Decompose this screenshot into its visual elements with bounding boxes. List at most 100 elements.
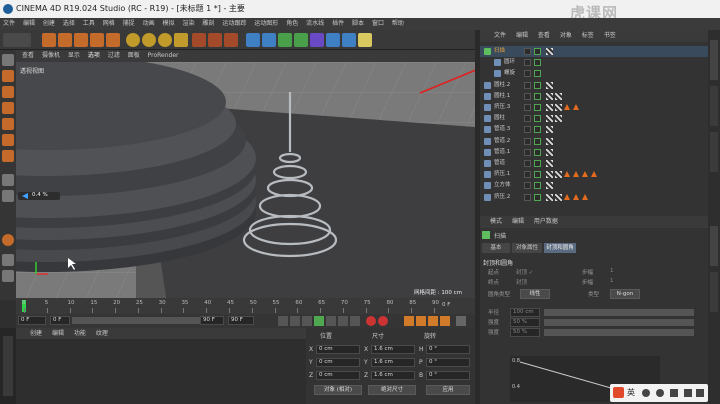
attr-slider[interactable] [544, 329, 694, 336]
mat-menu-function[interactable]: 功能 [74, 330, 86, 337]
menu-edit[interactable]: 编辑 [23, 20, 35, 27]
material-tag-icon[interactable] [591, 171, 597, 178]
snap-icon[interactable] [2, 234, 14, 246]
ime-keyboard-icon[interactable] [684, 389, 692, 397]
object-row[interactable]: 管道.1 [480, 147, 708, 158]
object-name[interactable]: 管道.3 [494, 124, 510, 135]
edges-mode-icon[interactable] [2, 134, 14, 146]
attr-value[interactable]: 1 [610, 268, 614, 274]
attr-bar-value[interactable]: 50 % [510, 318, 540, 327]
enable-check-icon[interactable] [534, 70, 541, 78]
phong-tag-icon[interactable] [546, 193, 553, 201]
menu-render[interactable]: 渲染 [182, 20, 194, 27]
goto-end-icon[interactable] [350, 316, 360, 326]
render-view-icon[interactable] [192, 33, 206, 47]
object-row[interactable]: 圆柱 [480, 113, 708, 124]
menu-plugins[interactable]: 插件 [332, 20, 344, 27]
phong-tag-icon[interactable] [555, 171, 562, 179]
play-icon[interactable] [314, 316, 324, 326]
prev-key-icon[interactable] [290, 316, 300, 326]
rot-p-field[interactable]: 0 ° [426, 358, 470, 367]
object-name[interactable]: 挤压.1 [494, 169, 510, 180]
rotate-icon[interactable] [90, 33, 104, 47]
object-row[interactable]: 立方体 [480, 180, 708, 191]
texture-mode-icon[interactable] [2, 86, 14, 98]
am-tab-edit[interactable]: 编辑 [512, 218, 524, 225]
pos-y-field[interactable]: 0 cm [316, 358, 360, 367]
enable-check-icon[interactable] [534, 193, 541, 201]
axis-mode-icon[interactable] [2, 174, 14, 186]
material-tag-icon[interactable] [573, 171, 579, 178]
object-row[interactable]: 圆柱.1 [480, 91, 708, 102]
key-scale-icon[interactable] [416, 316, 426, 326]
object-name[interactable]: 圆柱.1 [494, 91, 510, 102]
material-tag-icon[interactable] [564, 171, 570, 178]
coord-mode-dropdown[interactable]: 对象 (相对) [314, 385, 362, 395]
visibility-dot-icon[interactable] [524, 104, 531, 111]
array-icon[interactable] [294, 33, 308, 47]
side-tab-layers[interactable] [710, 272, 718, 312]
preview-end-field[interactable]: 90 F [200, 316, 224, 325]
enable-check-icon[interactable] [534, 104, 541, 111]
render-picture-viewer-icon[interactable] [208, 33, 222, 47]
preview-range-slider[interactable] [72, 317, 212, 324]
object-row[interactable]: 管道 [480, 158, 708, 169]
object-name[interactable]: 圆环 [504, 57, 515, 68]
phong-tag-icon[interactable] [546, 92, 553, 100]
object-row[interactable]: 圆柱.2 [480, 80, 708, 91]
render-settings-icon[interactable] [224, 33, 238, 47]
ime-mic-icon[interactable] [670, 389, 678, 397]
size-x-field[interactable]: 1.6 cm [371, 345, 415, 354]
planar-workplane-icon[interactable] [2, 270, 14, 282]
start-frame-field[interactable]: 0 F [18, 316, 46, 325]
select-arrow-icon[interactable] [42, 33, 56, 47]
subtab-basic[interactable]: 基本 [482, 243, 510, 253]
enable-check-icon[interactable] [534, 48, 541, 55]
enable-check-icon[interactable] [534, 115, 541, 123]
model-mode-icon[interactable] [2, 70, 14, 82]
side-tab-content-browser[interactable] [710, 86, 718, 126]
timeline-ruler[interactable]: 0 5 10 15 20 25 30 35 40 45 50 55 60 65 70 75 80 85 90 0 F [16, 298, 475, 314]
next-key-icon[interactable] [338, 316, 348, 326]
ime-punct-icon[interactable] [642, 389, 650, 397]
visibility-dot-icon[interactable] [524, 70, 531, 78]
object-name[interactable]: 挤压.3 [494, 102, 510, 113]
om-tab-file[interactable]: 文件 [494, 32, 506, 39]
enable-check-icon[interactable] [534, 171, 541, 179]
menu-motion-tracking[interactable]: 运动跟踪 [222, 20, 246, 27]
menu-help[interactable]: 帮助 [392, 20, 404, 27]
current-frame-field[interactable]: 0 F [50, 316, 70, 325]
apply-button[interactable]: 应用 [426, 385, 470, 395]
rot-b-field[interactable]: 0 ° [426, 371, 470, 380]
menu-pipeline[interactable]: 流水线 [306, 20, 324, 27]
pos-x-field[interactable]: 0 cm [316, 345, 360, 354]
vp-menu-cameras[interactable]: 摄像机 [42, 52, 60, 59]
object-row[interactable]: 管道.3 [480, 124, 708, 135]
locked-workplane-icon[interactable] [2, 254, 14, 266]
pen-spline-icon[interactable] [262, 33, 276, 47]
object-row[interactable]: 挤压.3 [480, 102, 708, 113]
vp-menu-filter[interactable]: 过滤 [108, 52, 120, 59]
object-name[interactable]: 扫描 [494, 46, 505, 57]
menu-mesh[interactable]: 网格 [103, 20, 115, 27]
visibility-dot-icon[interactable] [524, 160, 531, 167]
move-icon[interactable] [58, 33, 72, 47]
phong-tag-icon[interactable] [546, 148, 553, 156]
phong-tag-icon[interactable] [555, 193, 562, 201]
om-tab-view[interactable]: 查看 [538, 32, 550, 39]
visibility-dot-icon[interactable] [524, 92, 531, 100]
phong-tag-icon[interactable] [546, 81, 553, 89]
tweak-mode-icon[interactable] [2, 190, 14, 202]
ime-language[interactable]: 英 [627, 387, 635, 398]
auto-key-icon[interactable] [378, 316, 388, 326]
ime-toolbar[interactable]: 英 [610, 384, 708, 402]
mat-menu-edit[interactable]: 编辑 [52, 330, 64, 337]
deformer-icon[interactable] [310, 33, 324, 47]
object-name[interactable]: 圆柱 [494, 113, 505, 124]
end-frame-field[interactable]: 90 F [228, 316, 254, 325]
om-tab-edit[interactable]: 编辑 [516, 32, 528, 39]
attr-slider[interactable] [544, 309, 694, 316]
key-position-icon[interactable] [404, 316, 414, 326]
x-axis-icon[interactable] [126, 33, 140, 47]
size-mode-dropdown[interactable]: 绝对尺寸 [368, 385, 416, 395]
